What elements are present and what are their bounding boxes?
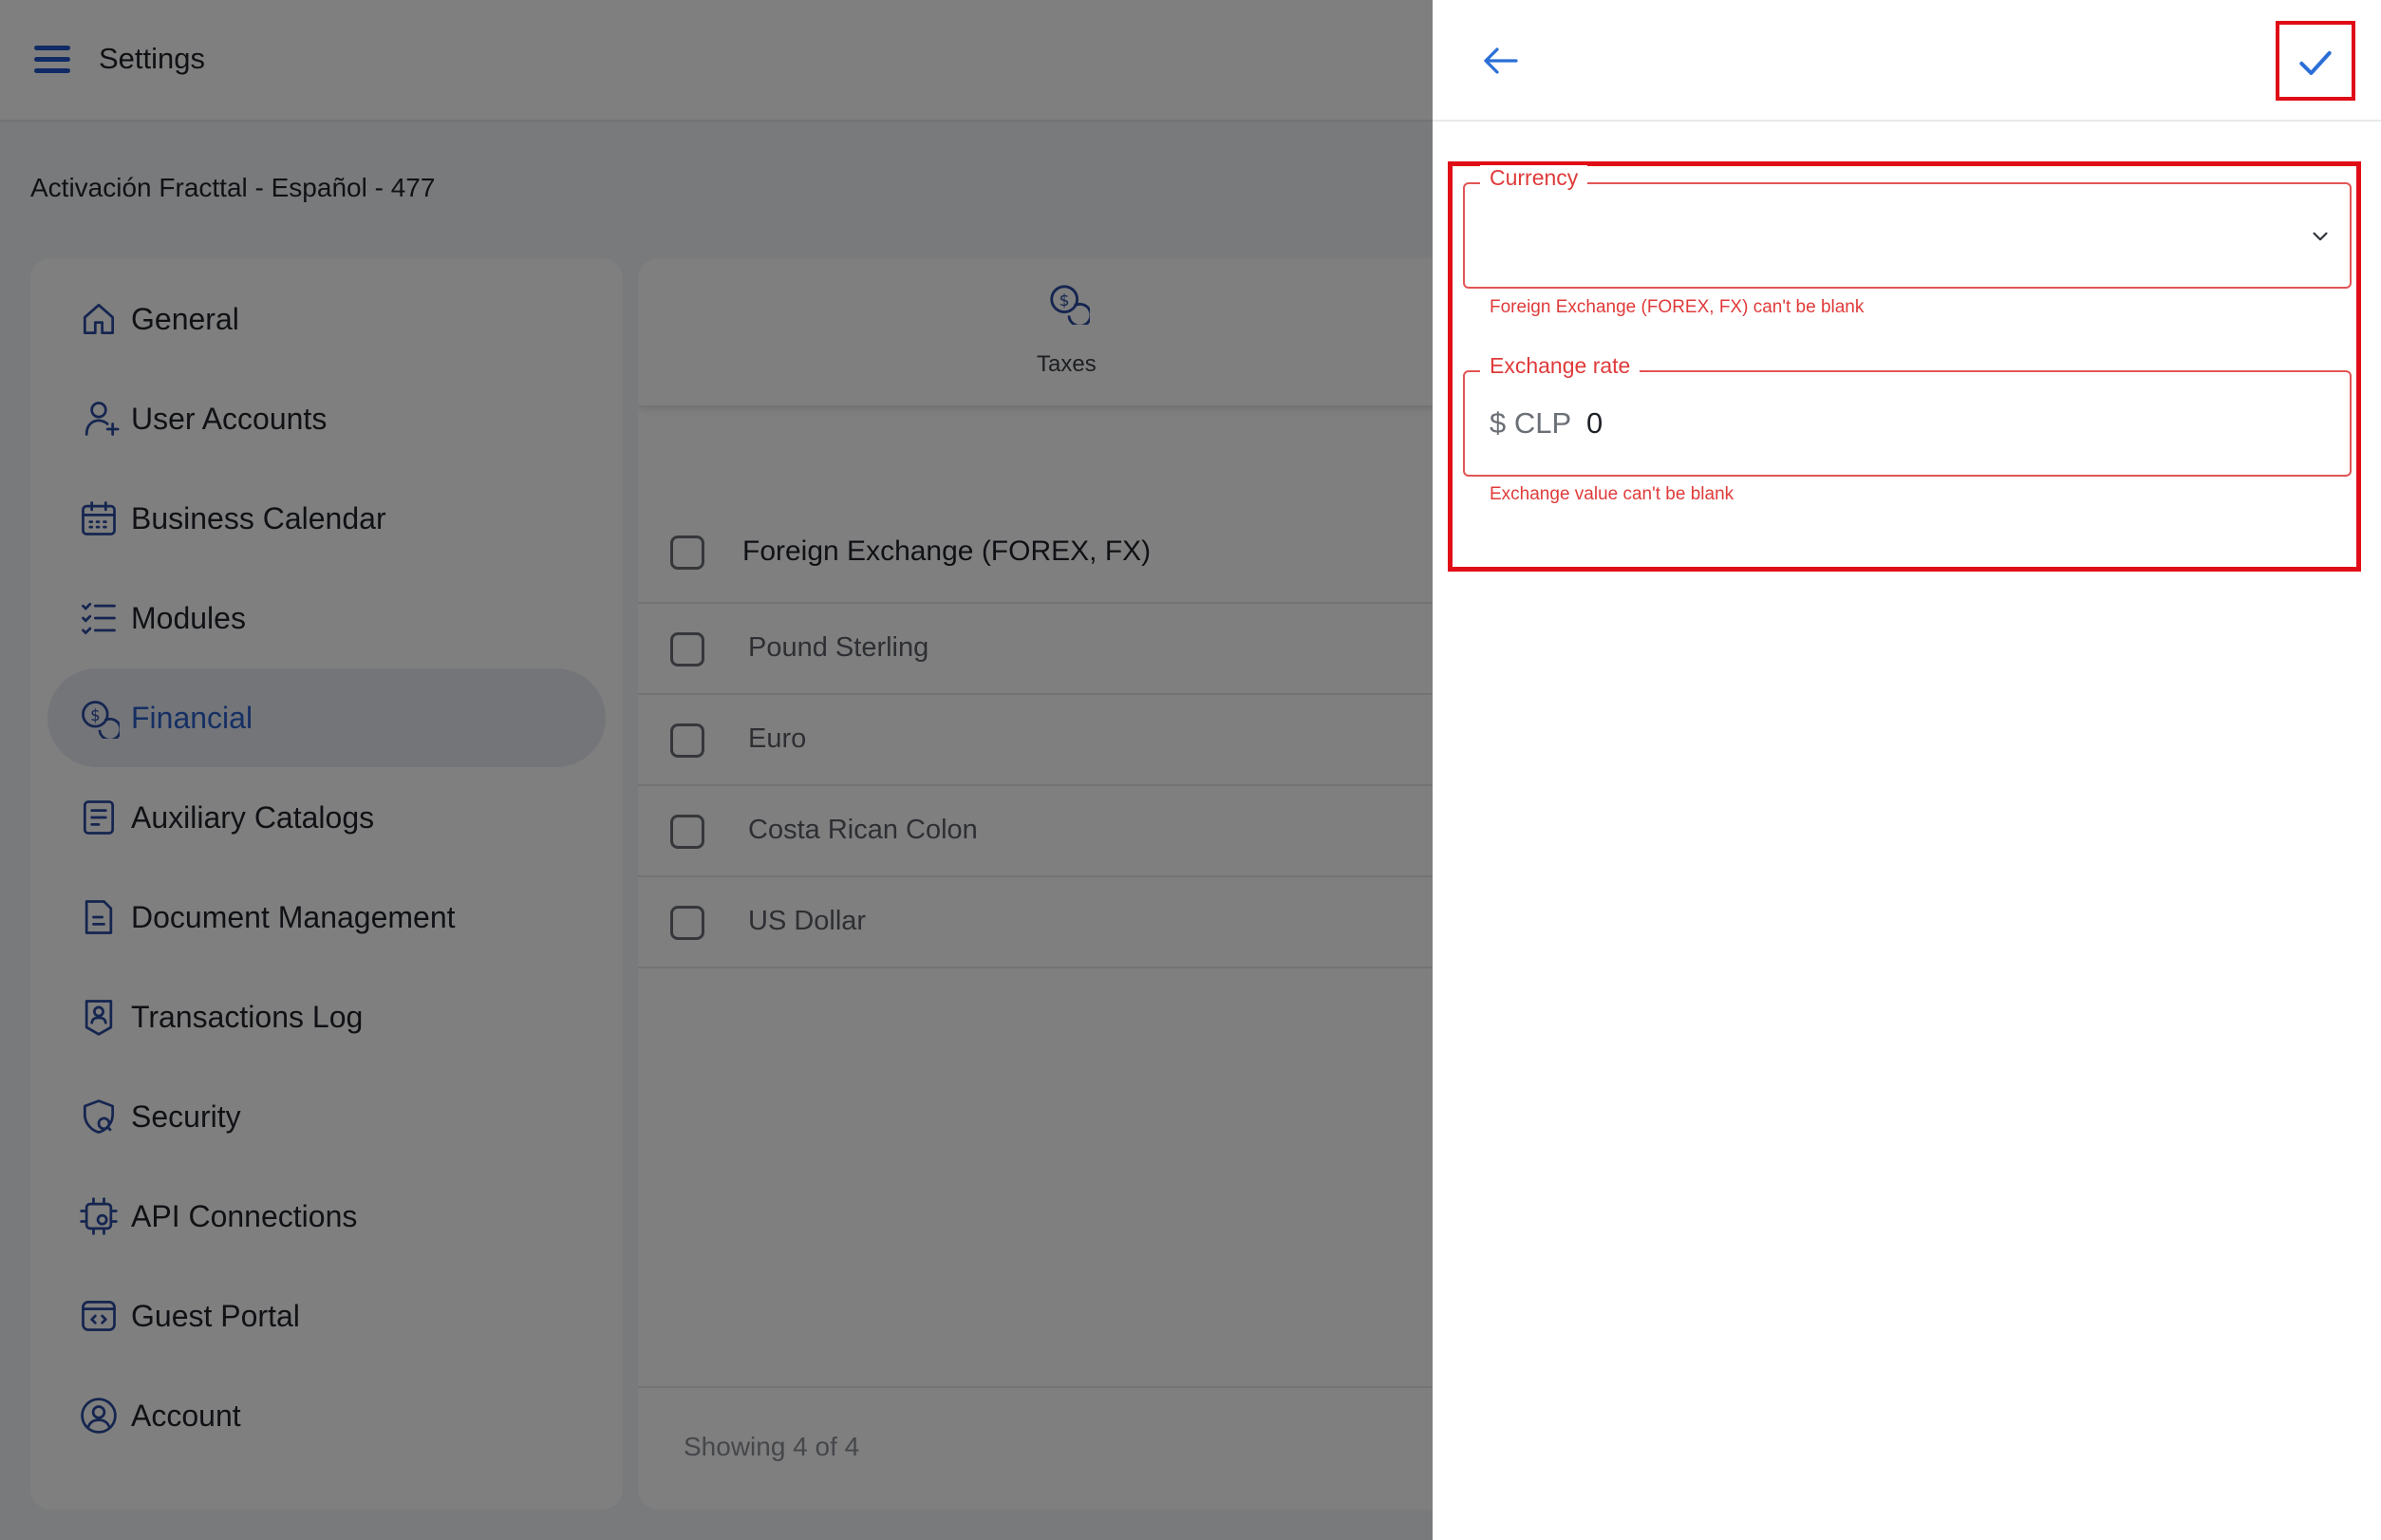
currency-label: Currency: [1480, 165, 1588, 191]
check-icon: [2299, 50, 2332, 76]
exchange-rate-value[interactable]: 0: [1586, 406, 1603, 441]
currency-prefix: $ CLP: [1490, 406, 1572, 440]
chevron-down-icon[interactable]: [2308, 224, 2333, 249]
exchange-rate-drawer: Currency Foreign Exchange (FOREX, FX) ca…: [1433, 0, 2381, 1540]
exchange-rate-label: Exchange rate: [1480, 353, 1640, 379]
exchange-rate-input[interactable]: Exchange rate $ CLP 0: [1463, 353, 2352, 477]
exchange-rate-error-text: Exchange value can't be blank: [1490, 484, 1734, 504]
drawer-header: [1433, 0, 2381, 122]
arrow-left-icon: [1484, 47, 1518, 74]
currency-error-text: Foreign Exchange (FOREX, FX) can't be bl…: [1490, 297, 1865, 317]
back-button[interactable]: [1478, 38, 1524, 84]
save-button[interactable]: [2276, 21, 2355, 101]
modal-backdrop[interactable]: [0, 0, 1433, 1540]
currency-select[interactable]: Currency: [1463, 165, 2352, 289]
